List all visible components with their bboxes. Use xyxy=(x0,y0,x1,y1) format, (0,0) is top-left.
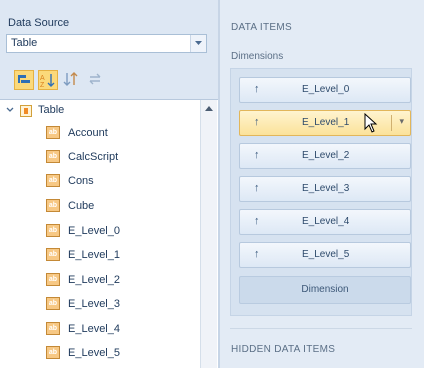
tree-item-cube[interactable]: ab Cube xyxy=(46,197,196,217)
tree-item-e-level-4[interactable]: ab E_Level_4 xyxy=(46,320,196,340)
text-field-icon: ab xyxy=(46,224,60,237)
sort-arrow-icon[interactable]: ↑ xyxy=(254,248,260,260)
dimension-label: E_Level_5 xyxy=(302,249,350,260)
dimensions-section-label: Dimensions xyxy=(231,51,284,62)
dimensions-dropzone[interactable]: ↑ E_Level_0 ↑ E_Level_1 ▾ ↑ E_Level_2 ↑ … xyxy=(230,68,412,316)
tree-scrollbar[interactable] xyxy=(200,100,217,368)
tree-item-label: E_Level_2 xyxy=(68,274,120,286)
hidden-data-items-title: HIDDEN DATA ITEMS xyxy=(231,344,336,355)
tree-item-label: E_Level_3 xyxy=(68,298,120,310)
text-field-icon: ab xyxy=(46,174,60,187)
text-field-icon: ab xyxy=(46,346,60,359)
sort-arrow-icon[interactable]: ↑ xyxy=(254,182,260,194)
tree-item-e-level-2[interactable]: ab E_Level_2 xyxy=(46,271,196,291)
text-field-icon: ab xyxy=(46,126,60,139)
tree-item-e-level-3[interactable]: ab E_Level_3 xyxy=(46,295,196,315)
data-source-value: Table xyxy=(11,37,38,49)
dimension-label: E_Level_4 xyxy=(302,216,350,227)
dimension-item-e-level-3[interactable]: ↑ E_Level_3 xyxy=(239,176,411,202)
sort-arrow-icon[interactable]: ↑ xyxy=(254,149,260,161)
dimension-item-e-level-1[interactable]: ↑ E_Level_1 ▾ xyxy=(239,110,411,136)
tree-item-e-level-0[interactable]: ab E_Level_0 xyxy=(46,222,196,242)
text-field-icon: ab xyxy=(46,248,60,261)
menu-separator xyxy=(391,115,392,131)
dimension-label: E_Level_1 xyxy=(302,117,350,128)
dimension-placeholder-button[interactable]: Dimension xyxy=(239,276,411,304)
dimension-label: E_Level_0 xyxy=(302,84,350,95)
data-source-label: Data Source xyxy=(8,17,70,29)
tree-item-e-level-5[interactable]: ab E_Level_5 xyxy=(46,344,196,364)
text-field-icon: ab xyxy=(46,297,60,310)
tree-item-calcscript[interactable]: ab CalcScript xyxy=(46,148,196,168)
dimension-label: E_Level_2 xyxy=(302,150,350,161)
tree-item-label: E_Level_0 xyxy=(68,225,120,237)
data-source-panel: Data Source Table A Z Table ab Account a… xyxy=(0,0,218,368)
group-by-type-icon[interactable] xyxy=(14,70,34,90)
tree-root-label: Table xyxy=(38,104,65,116)
tree-item-label: E_Level_5 xyxy=(68,347,120,359)
text-field-icon: ab xyxy=(46,150,60,163)
field-tree: Table ab Account ab CalcScript ab Cons a… xyxy=(0,99,218,368)
section-divider xyxy=(230,328,412,329)
table-icon xyxy=(20,105,32,117)
tree-item-label: E_Level_4 xyxy=(68,323,120,335)
sort-descending-icon[interactable] xyxy=(62,70,82,90)
tree-item-label: Cons xyxy=(68,175,94,187)
mouse-pointer-icon xyxy=(364,113,378,133)
sort-arrow-icon[interactable]: ↑ xyxy=(254,83,260,95)
scroll-up-icon[interactable] xyxy=(205,106,213,111)
dropdown-arrow-icon[interactable]: ▾ xyxy=(399,116,404,127)
sort-arrow-icon[interactable]: ↑ xyxy=(254,116,260,128)
data-items-panel: DATA ITEMS Dimensions ↑ E_Level_0 ↑ E_Le… xyxy=(220,0,424,368)
text-field-icon: ab xyxy=(46,322,60,335)
dimension-label: E_Level_3 xyxy=(302,183,350,194)
dimension-placeholder-label: Dimension xyxy=(301,284,349,295)
sort-arrow-icon[interactable]: ↑ xyxy=(254,215,260,227)
collapse-arrow-icon[interactable] xyxy=(6,107,14,113)
text-field-icon: ab xyxy=(46,273,60,286)
data-source-combobox[interactable]: Table xyxy=(6,34,207,53)
dimension-item-e-level-4[interactable]: ↑ E_Level_4 xyxy=(239,209,411,235)
tree-item-e-level-1[interactable]: ab E_Level_1 xyxy=(46,246,196,266)
chevron-down-icon[interactable] xyxy=(190,35,206,52)
tree-item-label: Account xyxy=(68,127,108,139)
svg-text:A: A xyxy=(40,75,45,82)
tree-item-cons[interactable]: ab Cons xyxy=(46,172,196,192)
tree-item-label: Cube xyxy=(68,200,95,212)
text-field-icon: ab xyxy=(46,199,60,212)
dimension-item-e-level-0[interactable]: ↑ E_Level_0 xyxy=(239,77,411,103)
tree-item-label: E_Level_1 xyxy=(68,249,120,261)
dimension-item-e-level-5[interactable]: ↑ E_Level_5 xyxy=(239,242,411,268)
refresh-icon[interactable] xyxy=(86,70,106,90)
tree-root-table[interactable]: Table xyxy=(0,100,200,122)
tree-item-label: CalcScript xyxy=(68,151,119,163)
svg-text:Z: Z xyxy=(40,82,45,89)
dimension-item-e-level-2[interactable]: ↑ E_Level_2 xyxy=(239,143,411,169)
sort-ascending-icon[interactable]: A Z xyxy=(38,70,58,90)
data-items-title: DATA ITEMS xyxy=(231,22,292,33)
tree-item-account[interactable]: ab Account xyxy=(46,124,196,144)
